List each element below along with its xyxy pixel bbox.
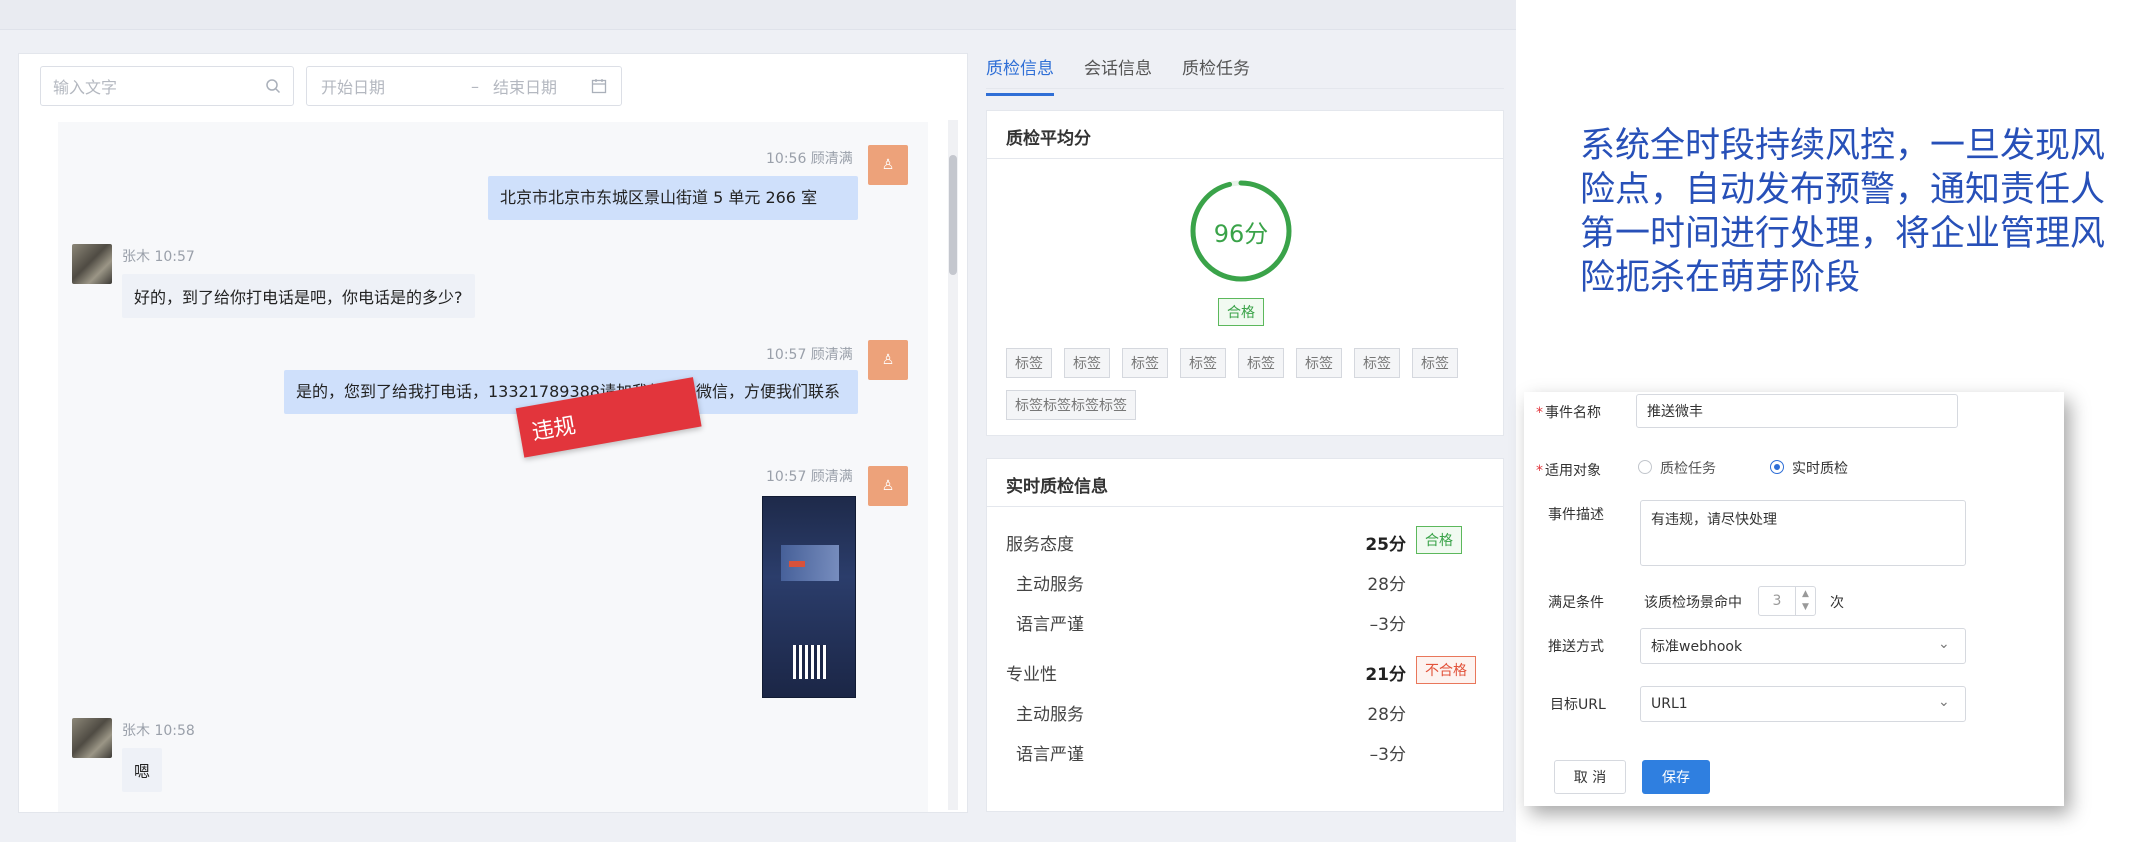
target-url-select[interactable]: URL1 — [1640, 686, 1966, 722]
tag: 标签 — [1412, 348, 1458, 378]
top-bar — [0, 0, 1516, 30]
tag: 标签 — [1064, 348, 1110, 378]
radio-qc-task[interactable] — [1638, 460, 1652, 474]
condition-label: 满足条件 — [1548, 595, 1604, 611]
tag: 标签 — [1238, 348, 1284, 378]
message-bubble: 好的，到了给你打电话是吧，你电话是的多少? — [122, 274, 475, 318]
search-icon[interactable] — [265, 78, 281, 94]
qc-item-score: 28分 — [1367, 575, 1406, 595]
required-mark: * — [1536, 405, 1543, 421]
qc-item-name: 语言严谨 — [1016, 745, 1084, 765]
qc-group-status-badge: 合格 — [1416, 526, 1462, 554]
user-icon: ♙ — [881, 478, 895, 494]
description-label: 事件描述 — [1548, 507, 1604, 523]
message-meta: 10:57 顾清满 — [766, 347, 853, 363]
user-icon: ♙ — [881, 157, 895, 173]
user-icon: ♙ — [881, 352, 895, 368]
qc-group-name: 服务态度 — [1006, 535, 1074, 555]
tag: 标签 — [1296, 348, 1342, 378]
save-button[interactable]: 保存 — [1642, 760, 1710, 794]
message-meta: 10:56 顾清满 — [766, 151, 853, 167]
push-method-select[interactable]: 标准webhook — [1640, 628, 1966, 664]
qc-tabs: 质检信息 会话信息 质检任务 — [986, 54, 1250, 96]
date-range-picker[interactable]: 开始日期 – 结束日期 — [306, 66, 622, 106]
push-method-label: 推送方式 — [1548, 639, 1604, 655]
qr-code-image — [793, 645, 827, 679]
image-graphic-accent — [789, 561, 805, 567]
target-url-label: 目标URL — [1550, 697, 1606, 713]
tag-list: 标签 标签 标签 标签 标签 标签 标签 标签 标签标签标签标签 — [1006, 348, 1476, 420]
chevron-down-icon[interactable]: ⌄ — [1938, 636, 1950, 652]
agent-avatar: ♙ — [868, 145, 908, 185]
filter-bar: 输入文字 开始日期 – 结束日期 — [40, 66, 622, 106]
radio-realtime-qc[interactable] — [1770, 460, 1784, 474]
agent-avatar: ♙ — [868, 466, 908, 506]
message-bubble: 嗯 — [122, 748, 163, 792]
qc-item-name: 主动服务 — [1016, 575, 1084, 595]
tag: 标签 — [1180, 348, 1226, 378]
qc-group-name: 专业性 — [1006, 665, 1057, 685]
hit-count-value[interactable]: 3 — [1759, 593, 1795, 609]
qc-item-score: –3分 — [1369, 745, 1406, 765]
tag: 标签 — [1354, 348, 1400, 378]
chevron-up-icon[interactable]: ▲ — [1802, 588, 1809, 601]
message-meta: 张木 10:58 — [122, 723, 195, 739]
card-divider — [986, 506, 1504, 507]
qc-item-name: 语言严谨 — [1016, 615, 1084, 635]
event-name-label: * 事件名称 — [1536, 405, 1601, 421]
chevron-down-icon[interactable]: ▼ — [1802, 601, 1809, 614]
chevron-down-icon[interactable]: ⌄ — [1938, 694, 1950, 710]
date-separator: – — [470, 76, 479, 96]
qc-item-score: –3分 — [1369, 615, 1406, 635]
customer-avatar — [72, 718, 112, 758]
avg-score-value: 96分 — [1213, 219, 1269, 248]
realtime-qc-title: 实时质检信息 — [1006, 477, 1108, 497]
tabs-divider — [986, 88, 1504, 89]
chat-scroll-thumb[interactable] — [949, 155, 957, 275]
tab-qc-info[interactable]: 质检信息 — [986, 54, 1054, 96]
tag: 标签标签标签标签 — [1006, 390, 1136, 420]
tab-session-info[interactable]: 会话信息 — [1084, 54, 1152, 96]
image-message[interactable] — [762, 496, 856, 698]
start-date-placeholder[interactable]: 开始日期 — [321, 74, 385, 98]
qc-group-score: 25分 — [1365, 535, 1406, 555]
customer-avatar — [72, 244, 112, 284]
search-placeholder: 输入文字 — [53, 78, 118, 97]
avg-status-badge: 合格 — [1218, 298, 1264, 326]
cancel-button[interactable]: 取 消 — [1554, 760, 1626, 794]
tag: 标签 — [1006, 348, 1052, 378]
required-mark: * — [1536, 463, 1543, 479]
qc-group-status-badge: 不合格 — [1416, 656, 1476, 684]
radio-realtime-qc-label[interactable]: 实时质检 — [1792, 458, 1848, 478]
radio-qc-task-label[interactable]: 质检任务 — [1660, 458, 1716, 478]
event-name-field[interactable]: 推送微丰 — [1636, 394, 1958, 428]
card-divider — [986, 158, 1504, 159]
qc-group-score: 21分 — [1365, 665, 1406, 685]
calendar-icon[interactable] — [591, 78, 607, 94]
avg-score-title: 质检平均分 — [1006, 129, 1091, 149]
promo-text: 系统全时段持续风控，一旦发现风险点，自动发布预警，通知责任人第一时间进行处理，将… — [1580, 126, 2106, 298]
condition-prefix: 该质检场景命中 — [1644, 595, 1742, 611]
qc-item-score: 28分 — [1367, 705, 1406, 725]
tab-qc-task[interactable]: 质检任务 — [1182, 54, 1250, 96]
message-bubble: 北京市北京市东城区景山街道 5 单元 266 室 — [488, 176, 858, 220]
search-input[interactable]: 输入文字 — [40, 66, 294, 106]
condition-suffix: 次 — [1830, 595, 1844, 611]
target-label: * 适用对象 — [1536, 463, 1601, 479]
end-date-placeholder[interactable]: 结束日期 — [493, 74, 557, 98]
agent-avatar: ♙ — [868, 340, 908, 380]
hit-count-stepper[interactable]: 3 ▲ ▼ — [1758, 586, 1816, 616]
message-meta: 张木 10:57 — [122, 249, 195, 265]
tag: 标签 — [1122, 348, 1168, 378]
description-textarea[interactable]: 有违规，请尽快处理 — [1640, 500, 1966, 566]
stepper-arrows[interactable]: ▲ ▼ — [1795, 587, 1815, 615]
message-meta: 10:57 顾清满 — [766, 469, 853, 485]
qc-item-name: 主动服务 — [1016, 705, 1084, 725]
